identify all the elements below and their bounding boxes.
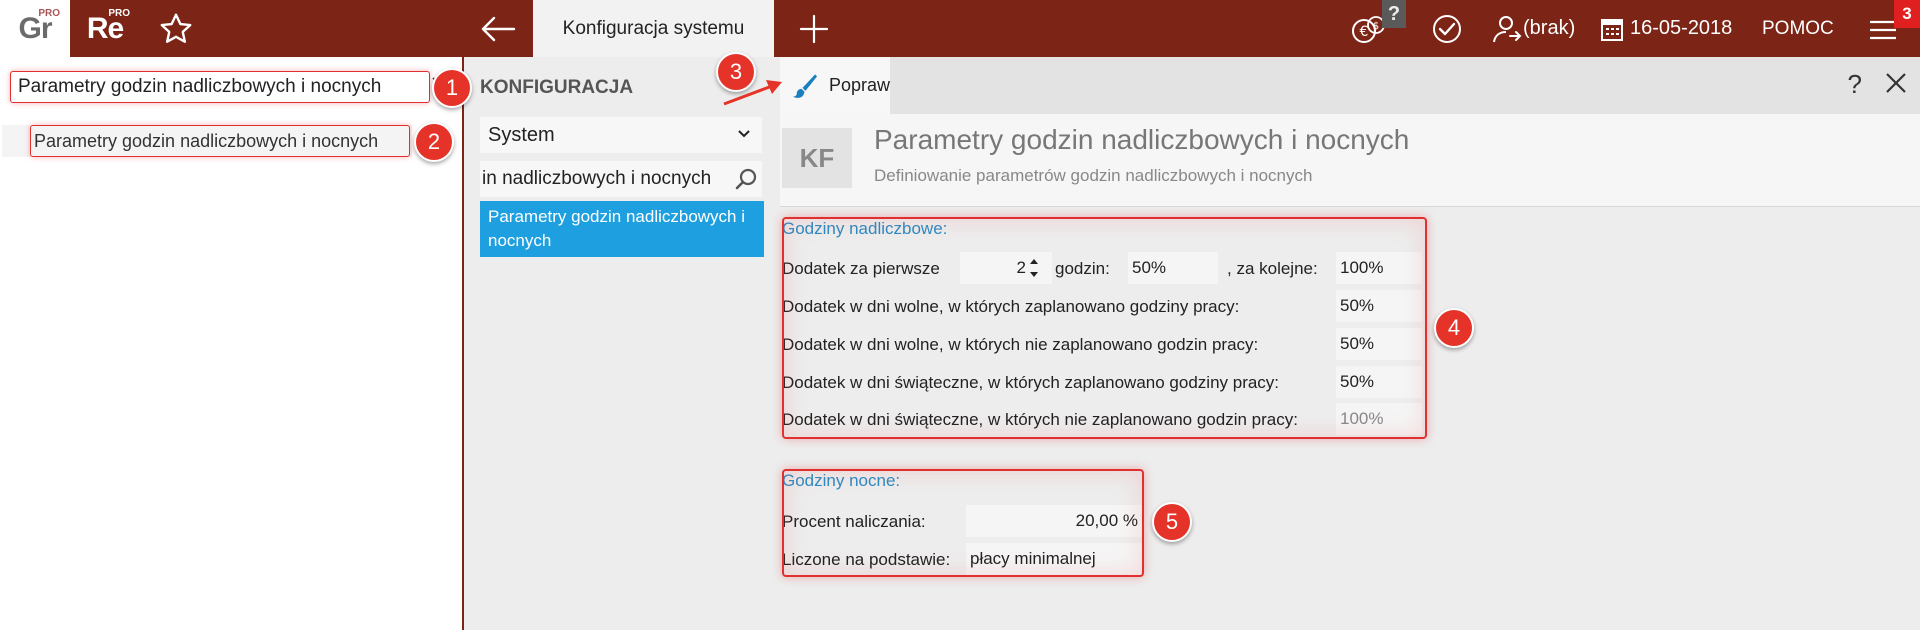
plus-icon[interactable] [796, 11, 832, 47]
callout-arrow [723, 80, 782, 106]
page-subtitle: Definiowanie parametrów godzin nadliczbo… [874, 166, 1313, 185]
free-day-planned-label: Dodatek w dni wolne, w których zaplanowa… [782, 297, 1240, 316]
top-bar: Gr PRO Re PRO Konfiguracja systemu € $ ?… [0, 0, 1920, 57]
check-circle-icon[interactable] [1430, 12, 1464, 46]
overtime-first-pct-input[interactable]: 50% [1128, 252, 1218, 284]
notification-help-badge[interactable]: ? [1382, 0, 1406, 28]
global-search-input[interactable]: Parametry godzin nadliczbowych i nocnych [10, 71, 430, 103]
module-select-value: System [488, 123, 555, 146]
close-icon[interactable] [1884, 71, 1908, 95]
callout-4: 4 [1434, 308, 1474, 348]
night-basis-input[interactable]: płacy minimalnej [966, 543, 1142, 575]
calendar-icon[interactable] [1600, 12, 1624, 46]
config-item-parametry[interactable]: Parametry godzin nadliczbowych i nocnych [480, 201, 764, 257]
free-day-unplanned-input[interactable]: 50% [1336, 328, 1422, 360]
svg-text:€: € [1360, 24, 1369, 40]
current-date[interactable]: 16-05-2018 [1630, 0, 1732, 57]
help-link[interactable]: POMOC [1762, 0, 1834, 57]
chevron-down-icon [738, 130, 750, 138]
config-title: KONFIGURACJA [480, 77, 634, 98]
help-icon[interactable]: ? [1848, 69, 1862, 100]
edit-button[interactable]: Popraw [780, 57, 890, 114]
svg-text:$: $ [1373, 21, 1379, 32]
config-tree-pane: KONFIGURACJA System in nadliczbowych i n… [466, 57, 780, 630]
night-percent-input[interactable]: 20,00 % [966, 505, 1142, 537]
night-percent-label: Procent naliczania: [782, 512, 926, 531]
config-filter-value: in nadliczbowych i nocnych [482, 168, 712, 189]
holiday-unplanned-label: Dodatek w dni świąteczne, w których nie … [782, 410, 1298, 429]
page-title: Parametry godzin nadliczbowych i nocnych [874, 124, 1410, 155]
holiday-unplanned-input[interactable]: 100% [1336, 403, 1422, 435]
left-search-pane: Parametry godzin nadliczbowych i nocnych… [0, 57, 464, 630]
user-switch-icon[interactable] [1490, 12, 1524, 46]
overtime-section-title: Godziny nadliczbowe: [782, 219, 948, 238]
details-header: KF Parametry godzin nadliczbowych i nocn… [780, 114, 1920, 207]
details-toolbar: Popraw ? [780, 57, 1920, 114]
logo-gr-button[interactable]: Gr PRO [0, 0, 70, 57]
module-badge: KF [782, 128, 852, 188]
paintbrush-icon [792, 73, 818, 98]
free-day-unplanned-label: Dodatek w dni wolne, w których nie zapla… [782, 335, 1259, 354]
overtime-hours-label: godzin: [1055, 259, 1110, 278]
holiday-planned-input[interactable]: 50% [1336, 366, 1422, 398]
callout-5: 5 [1152, 502, 1192, 542]
module-select[interactable]: System [480, 117, 762, 153]
edit-button-label: Popraw [828, 75, 890, 95]
tab-konfiguracja-systemu[interactable]: Konfiguracja systemu [533, 0, 774, 57]
overtime-next-pct-input[interactable]: 100% [1336, 252, 1422, 284]
hours-stepper[interactable] [1026, 253, 1042, 283]
search-icon[interactable] [734, 167, 758, 191]
callout-1: 1 [432, 68, 472, 108]
search-result-item[interactable]: Parametry godzin nadliczbowych i nocnych [2, 125, 412, 157]
night-basis-label: Liczone na podstawie: [782, 550, 951, 569]
highlight-overtime [782, 217, 1427, 439]
overtime-first-label: Dodatek za pierwsze [782, 259, 940, 278]
logo-re-sup: PRO [108, 8, 130, 19]
logo-gr-sup: PRO [38, 8, 60, 19]
back-arrow-icon[interactable] [478, 12, 518, 46]
details-pane: Popraw ? KF Parametry godzin nadliczbowy… [780, 57, 1920, 630]
logo-re-button[interactable]: Re PRO [70, 0, 140, 57]
night-section-title: Godziny nocne: [782, 471, 901, 490]
overtime-next-label: , za kolejne: [1227, 259, 1318, 278]
holiday-planned-label: Dodatek w dni świąteczne, w których zapl… [782, 373, 1280, 392]
current-user-label[interactable]: (brak) [1523, 0, 1575, 57]
menu-badge: 3 [1894, 0, 1920, 28]
free-day-planned-input[interactable]: 50% [1336, 290, 1422, 322]
star-icon[interactable] [158, 11, 194, 47]
config-filter-input[interactable]: in nadliczbowych i nocnych [480, 161, 762, 197]
callout-2: 2 [414, 122, 454, 162]
